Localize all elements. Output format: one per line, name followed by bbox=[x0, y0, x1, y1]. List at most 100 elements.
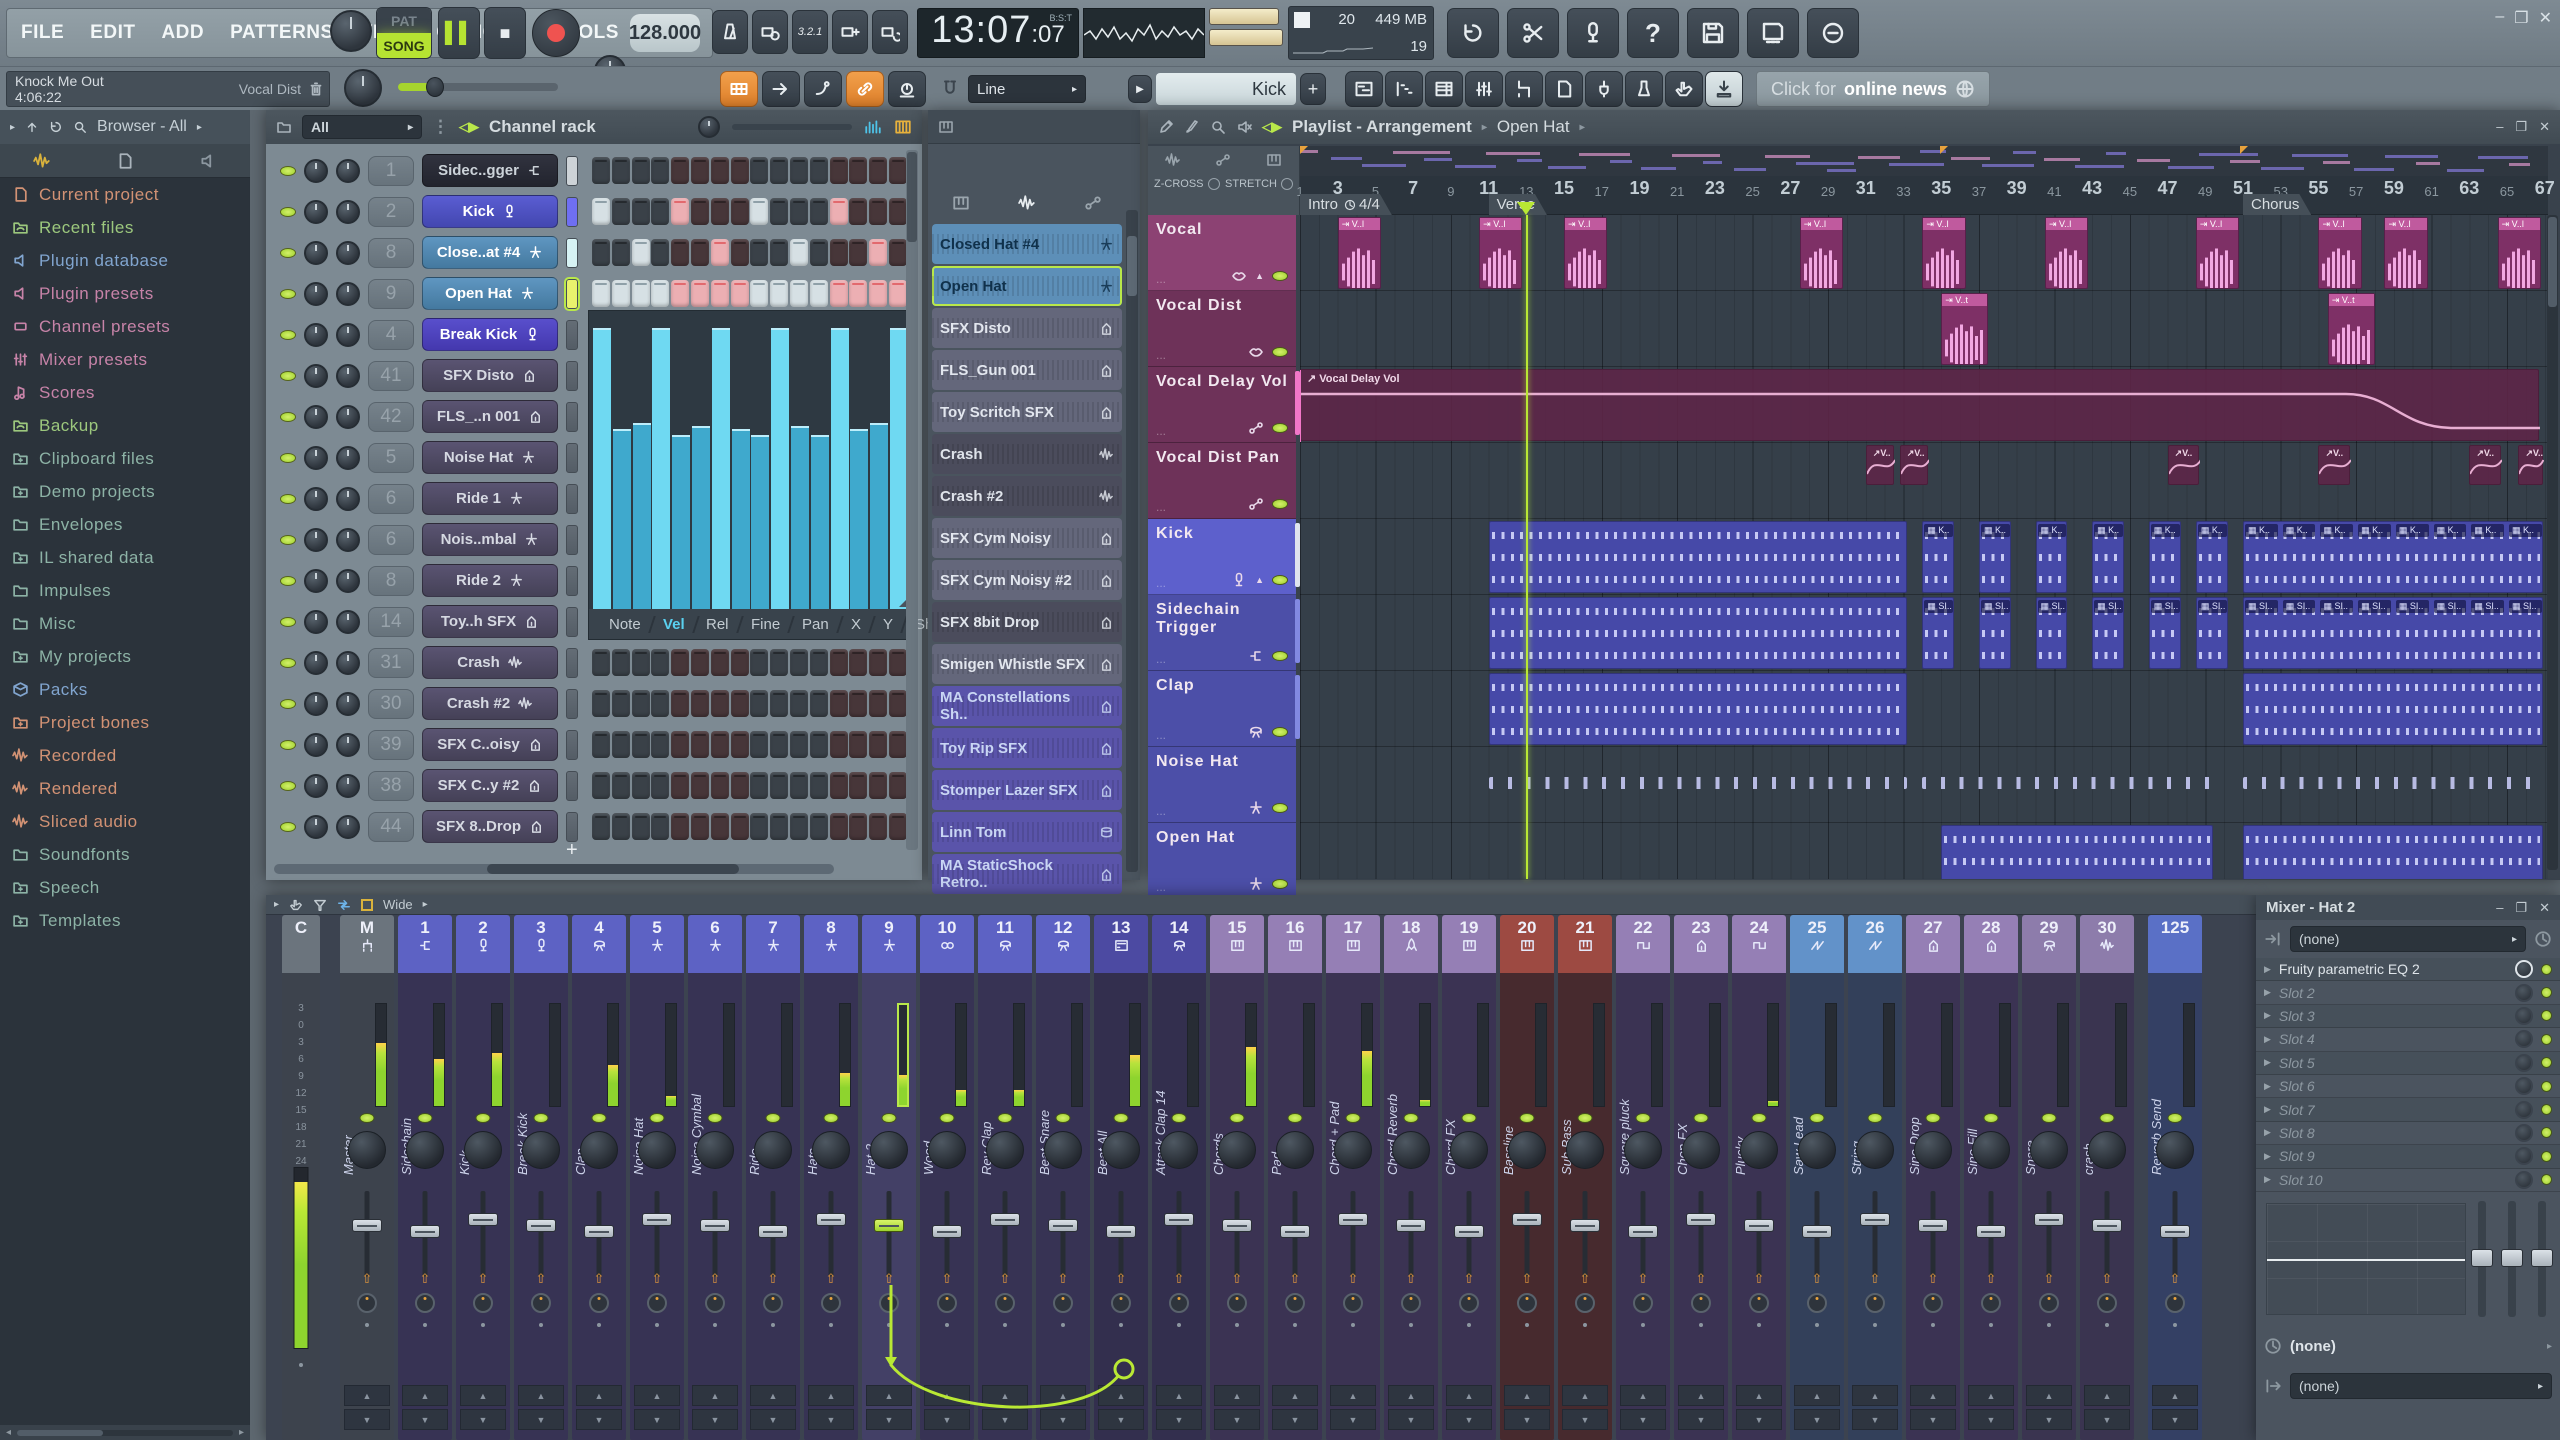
strip-fader-handle[interactable] bbox=[700, 1219, 730, 1232]
pattern-clip[interactable]: ▦ K.. bbox=[1978, 521, 2011, 593]
step-cell[interactable] bbox=[849, 690, 868, 717]
stereo-sep-knob[interactable] bbox=[589, 1293, 609, 1313]
strip-down-button[interactable]: ▼ bbox=[1678, 1409, 1724, 1430]
channel-pan-knob[interactable] bbox=[304, 199, 328, 224]
slot-expand-arrow[interactable]: ▶ bbox=[2264, 1057, 2271, 1068]
stereo-sep-knob[interactable] bbox=[2039, 1293, 2059, 1313]
slot-expand-arrow[interactable]: ▶ bbox=[2264, 1034, 2271, 1045]
audio-clip[interactable]: ⇥ V..l bbox=[2044, 217, 2089, 289]
browser-item[interactable]: Impulses bbox=[0, 574, 250, 607]
strip-pan-knob[interactable] bbox=[1276, 1131, 1314, 1169]
step-cell[interactable] bbox=[789, 690, 808, 717]
audio-clip[interactable]: ⇥ V..l bbox=[2384, 217, 2428, 289]
step-cell[interactable] bbox=[789, 731, 808, 758]
fx-slot-5[interactable]: ▶ Slot 5 bbox=[2256, 1051, 2560, 1075]
step-cell[interactable] bbox=[671, 649, 690, 676]
strip-header[interactable]: 25 bbox=[1790, 915, 1844, 973]
channel-enable-led[interactable] bbox=[280, 411, 296, 422]
channel-volume-knob[interactable] bbox=[336, 404, 360, 429]
strip-mute-led[interactable] bbox=[359, 1113, 375, 1123]
strip-pan-knob[interactable] bbox=[1972, 1131, 2010, 1169]
route-arrow[interactable]: ⇧ bbox=[768, 1271, 779, 1287]
channel-mute-tag[interactable] bbox=[566, 647, 578, 678]
strip-pan-knob[interactable] bbox=[812, 1131, 850, 1169]
audio-clip[interactable]: ⇥ V..l bbox=[1922, 217, 1966, 289]
channel-pan-knob[interactable] bbox=[304, 773, 328, 798]
strip-fader-track[interactable] bbox=[364, 1191, 370, 1277]
picker-item[interactable]: SFX Cym Noisy #2 bbox=[932, 560, 1122, 600]
track-led[interactable] bbox=[1272, 727, 1288, 737]
step-cell[interactable] bbox=[869, 690, 888, 717]
step-cell[interactable] bbox=[611, 157, 630, 184]
step-cell[interactable] bbox=[592, 280, 610, 307]
strip-up-button[interactable]: ▲ bbox=[2152, 1385, 2198, 1406]
step-cell[interactable] bbox=[829, 772, 848, 799]
strip-header[interactable]: 24 bbox=[1732, 915, 1786, 973]
channel-button[interactable]: SFX Disto bbox=[422, 359, 558, 392]
picker-item[interactable]: MA StaticShock Retro.. bbox=[932, 854, 1122, 894]
step-cell[interactable] bbox=[730, 239, 749, 266]
strip-fader-handle[interactable] bbox=[468, 1213, 498, 1226]
strip-fader-track[interactable] bbox=[1756, 1191, 1762, 1277]
pattern-clip[interactable]: ▦ K.. bbox=[2092, 521, 2125, 593]
strip-up-button[interactable]: ▲ bbox=[750, 1385, 796, 1406]
channel-enable-led[interactable] bbox=[280, 534, 296, 545]
channel-route-number[interactable]: 30 bbox=[368, 688, 414, 719]
slot-mix-knob[interactable] bbox=[2515, 1170, 2533, 1189]
expand-arrow[interactable]: ▲ bbox=[1255, 271, 1264, 281]
step-cell[interactable] bbox=[888, 239, 907, 266]
strip-pan-knob[interactable] bbox=[928, 1131, 966, 1169]
strip-pan-knob[interactable] bbox=[1160, 1131, 1198, 1169]
playlist-track-header[interactable]: Kick... ▲ bbox=[1148, 519, 1300, 595]
step-cell[interactable] bbox=[869, 731, 888, 758]
strip-down-button[interactable]: ▼ bbox=[1214, 1409, 1260, 1430]
route-arrow[interactable]: ⇧ bbox=[2170, 1271, 2181, 1287]
rack-vscroll[interactable] bbox=[906, 150, 918, 850]
stereo-sep-knob[interactable] bbox=[2165, 1293, 2185, 1313]
step-cell[interactable] bbox=[690, 731, 709, 758]
channel-pan-knob[interactable] bbox=[304, 445, 328, 470]
mixer-strip-17[interactable]: 17 Chord + Pad ⇧ ▲ ▼ bbox=[1326, 915, 1380, 1440]
step-cell[interactable] bbox=[750, 198, 769, 225]
strip-header[interactable]: 10 bbox=[920, 915, 974, 973]
strip-up-button[interactable]: ▲ bbox=[1736, 1385, 1782, 1406]
step-cell[interactable] bbox=[651, 731, 670, 758]
fx-slot-6[interactable]: ▶ Slot 6 bbox=[2256, 1075, 2560, 1099]
strip-fader-handle[interactable] bbox=[1686, 1213, 1716, 1226]
channel-pan-knob[interactable] bbox=[304, 281, 328, 306]
step-cell[interactable] bbox=[829, 731, 848, 758]
step-cell[interactable] bbox=[888, 649, 907, 676]
channel-button[interactable]: Open Hat bbox=[422, 277, 558, 310]
strip-mute-led[interactable] bbox=[1519, 1113, 1535, 1123]
strip-pan-knob[interactable] bbox=[1682, 1131, 1720, 1169]
strip-mute-led[interactable] bbox=[1461, 1113, 1477, 1123]
files-icon[interactable] bbox=[116, 152, 134, 170]
audio-clip[interactable]: ⇥ V..l bbox=[2318, 217, 2362, 289]
strip-down-button[interactable]: ▼ bbox=[1852, 1409, 1898, 1430]
pattern-clip[interactable]: ▦ SI.. bbox=[1978, 597, 2011, 669]
automation-clip-small[interactable]: ↗V.. bbox=[1865, 445, 1895, 485]
strip-down-button[interactable]: ▼ bbox=[402, 1409, 448, 1430]
track-led[interactable] bbox=[1272, 423, 1288, 433]
fx-slot-3[interactable]: ▶ Slot 3 bbox=[2256, 1004, 2560, 1029]
stereo-sep-knob[interactable] bbox=[2097, 1293, 2117, 1313]
strip-header[interactable]: 18 bbox=[1384, 915, 1438, 973]
strip-fader-handle[interactable] bbox=[1976, 1225, 2006, 1238]
channel-enable-led[interactable] bbox=[280, 452, 296, 463]
project-info-panel[interactable]: Knock Me Out 4:06:22 Vocal Dist bbox=[6, 71, 330, 107]
graph-editor-icon[interactable] bbox=[864, 118, 882, 136]
mixer-strip-24[interactable]: 24Plucky⇧▲▼ bbox=[1732, 915, 1786, 1440]
strip-fader-handle[interactable] bbox=[1396, 1219, 1426, 1232]
channel-enable-led[interactable] bbox=[280, 821, 296, 832]
slot-expand-arrow[interactable]: ▶ bbox=[2264, 964, 2271, 975]
pattern-clip[interactable]: ▦ SI.. bbox=[2195, 597, 2228, 669]
stereo-sep-knob[interactable] bbox=[1459, 1293, 1479, 1313]
route-arrow[interactable]: ⇧ bbox=[1928, 1271, 1939, 1287]
slot-expand-arrow[interactable]: ▶ bbox=[2264, 1010, 2271, 1021]
stereo-sep-knob[interactable] bbox=[821, 1293, 841, 1313]
browser-item[interactable]: Recorded bbox=[0, 739, 250, 772]
routing-window-button[interactable] bbox=[1505, 71, 1543, 107]
strip-down-button[interactable]: ▼ bbox=[634, 1409, 680, 1430]
step-cell[interactable] bbox=[750, 649, 769, 676]
strip-fader-handle[interactable] bbox=[1512, 1213, 1542, 1226]
